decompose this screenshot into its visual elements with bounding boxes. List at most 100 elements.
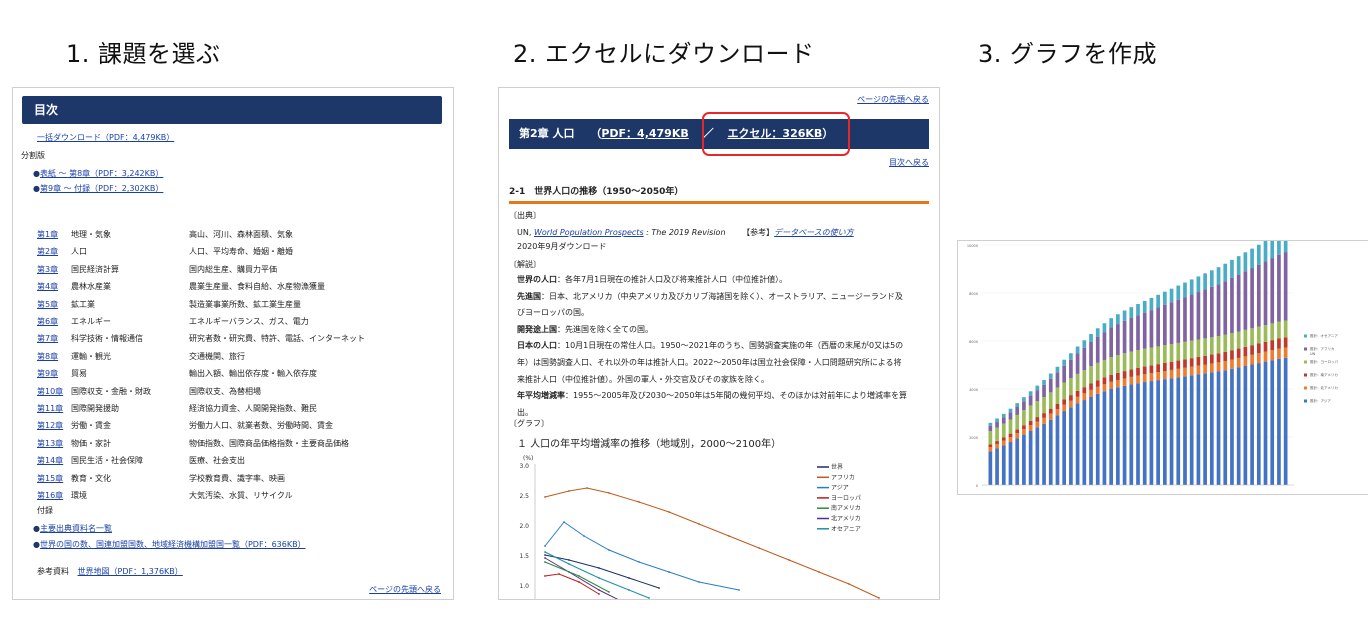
chapter-link[interactable]: 第16章 xyxy=(37,490,63,501)
bar-segment xyxy=(1277,358,1281,485)
bar-segment xyxy=(1189,366,1194,376)
split-link-2[interactable]: 第9章 ～ 付録（PDF：2,302KB） xyxy=(40,184,163,193)
bar-segment xyxy=(1075,353,1080,374)
pdf-download-link[interactable]: PDF：4,479KB xyxy=(601,127,688,140)
bar-segment xyxy=(1095,328,1100,337)
toc-back-link[interactable]: 目次へ戻る xyxy=(889,157,929,168)
bar-segment xyxy=(1082,387,1087,394)
back-to-top-link[interactable]: ページの先頭へ戻る xyxy=(369,584,441,595)
series-point xyxy=(818,571,820,573)
split-item: ●第9章 ～ 付録（PDF：2,302KB） xyxy=(33,183,163,194)
bar-segment xyxy=(1008,437,1013,443)
bullet-icon: ● xyxy=(33,184,40,193)
bar-segment xyxy=(1270,258,1275,324)
bar-segment xyxy=(1149,365,1154,374)
chapter-link[interactable]: 第15章 xyxy=(37,473,63,484)
bar-segment xyxy=(1243,252,1248,272)
db-guide-link[interactable]: データベースの使い方 xyxy=(774,228,854,237)
bar-segment xyxy=(1055,415,1060,485)
bar-segment xyxy=(1102,323,1107,333)
chapter-link[interactable]: 第3章 xyxy=(37,264,58,275)
x-tick-mark: · xyxy=(1252,488,1253,491)
series-point xyxy=(608,591,610,593)
bar-segment xyxy=(1277,241,1281,255)
chapter-link[interactable]: 第5章 xyxy=(37,299,58,310)
wpp-link[interactable]: World Population Prospects xyxy=(534,228,644,237)
bar-segment xyxy=(1035,390,1040,402)
bar-segment xyxy=(1183,367,1187,377)
bar-segment xyxy=(1042,417,1046,424)
bar-segment xyxy=(1022,425,1026,430)
reference-row: 参考資料 世界地図（PDF：1,376KB） xyxy=(37,566,183,577)
chapter-link[interactable]: 第9章 xyxy=(37,368,58,379)
bar-segment xyxy=(1283,347,1288,358)
bar-segment xyxy=(1216,267,1221,285)
chapter-link[interactable]: 第7章 xyxy=(37,333,58,344)
x-tick-mark: · xyxy=(1037,488,1038,491)
world-map-link[interactable]: 世界地図（PDF：1,376KB） xyxy=(78,567,183,576)
bar-segment xyxy=(1176,342,1181,361)
bar-segment xyxy=(1008,433,1013,437)
series-point xyxy=(598,593,600,595)
x-tick-mark: · xyxy=(990,488,991,491)
series-point xyxy=(598,589,600,591)
x-tick-mark: · xyxy=(1138,488,1139,491)
bar-segment xyxy=(988,444,993,448)
split-link-1[interactable]: 表紙 ～ 第8章（PDF：3,242KB） xyxy=(40,169,163,178)
bar-segment xyxy=(1102,384,1107,392)
x-tick-mark: · xyxy=(1151,488,1152,491)
bar-segment xyxy=(1109,357,1114,375)
chapter-link[interactable]: 第14章 xyxy=(37,455,63,466)
note-text: ：10月1日現在の常住人口。1950～2021年のうち、国勢調査実施の年（西暦の… xyxy=(557,341,904,351)
bar-segment xyxy=(1028,421,1033,426)
population-stacked-bar-chart: 10000 8000 6000 4000 2000 0 · · · · · · · · · · · · · · · · · ·… xyxy=(967,241,1338,491)
bar-segment xyxy=(1048,408,1053,414)
legend-label: 世界 xyxy=(831,463,843,471)
bar-segment xyxy=(1015,433,1020,439)
bulk-download-link[interactable]: 一括ダウンロード（PDF：4,479KB） xyxy=(37,132,174,143)
chapter-link[interactable]: 第2章 xyxy=(37,246,58,257)
chapter-name: 人口 xyxy=(71,247,87,257)
appendix-link-2[interactable]: 世界の国の数、国連加盟国数、地域経済機構加盟国一覧（PDF：636KB） xyxy=(40,540,306,549)
back-to-top-link[interactable]: ページの先頭へ戻る xyxy=(857,94,929,105)
appendix-item: ●主要出典資料名一覧 xyxy=(33,523,112,534)
bar-segment xyxy=(1176,285,1181,300)
series-line xyxy=(544,573,600,595)
bar-segment xyxy=(1156,294,1160,308)
chapter-link[interactable]: 第8章 xyxy=(37,351,58,362)
bar-segment xyxy=(1283,241,1288,253)
chapter-link[interactable]: 第1章 xyxy=(37,229,58,240)
legend-swatch xyxy=(1304,334,1307,338)
legend-label: 推計：アフリカ xyxy=(1310,346,1335,351)
bar-segment xyxy=(1236,367,1241,485)
chapter-link[interactable]: 第13章 xyxy=(37,438,63,449)
bar-segment xyxy=(1069,407,1073,485)
chapter-link[interactable]: 第11章 xyxy=(37,403,63,414)
bar-segment xyxy=(1176,377,1181,485)
source-label: 〔出典〕 xyxy=(509,211,541,220)
x-tick-mark: · xyxy=(1225,488,1226,491)
chapter-description: 物価指数、国際商品価格指数・主要商品価格 xyxy=(189,438,349,448)
bar-segment xyxy=(1008,408,1013,413)
series-point xyxy=(758,547,760,549)
chapter-link[interactable]: 第12章 xyxy=(37,420,63,431)
chapter-link[interactable]: 第6章 xyxy=(37,316,58,327)
bar-segment xyxy=(1142,348,1147,367)
bar-segment xyxy=(1250,345,1254,355)
bar-segment xyxy=(1176,360,1181,369)
chapter-description: 人口、平均寿命、婚姻・離婚 xyxy=(189,247,293,257)
toc-header: 目次 xyxy=(22,96,442,124)
bar-segment xyxy=(1256,264,1261,327)
series-point xyxy=(544,557,546,559)
bar-segment xyxy=(1001,413,1006,418)
x-tick-mark: · xyxy=(1077,488,1078,491)
chapter-description: 国際収支、為替相場 xyxy=(189,386,261,396)
chapter-link[interactable]: 第4章 xyxy=(37,281,58,292)
bar-segment xyxy=(1183,359,1187,368)
bar-segment xyxy=(1196,276,1201,293)
note-line: 出。 xyxy=(517,407,533,418)
appendix-link-1[interactable]: 主要出典資料名一覧 xyxy=(40,524,112,533)
chapter-link[interactable]: 第10章 xyxy=(37,386,63,397)
series-point xyxy=(583,535,585,537)
bar-segment xyxy=(1122,320,1127,354)
